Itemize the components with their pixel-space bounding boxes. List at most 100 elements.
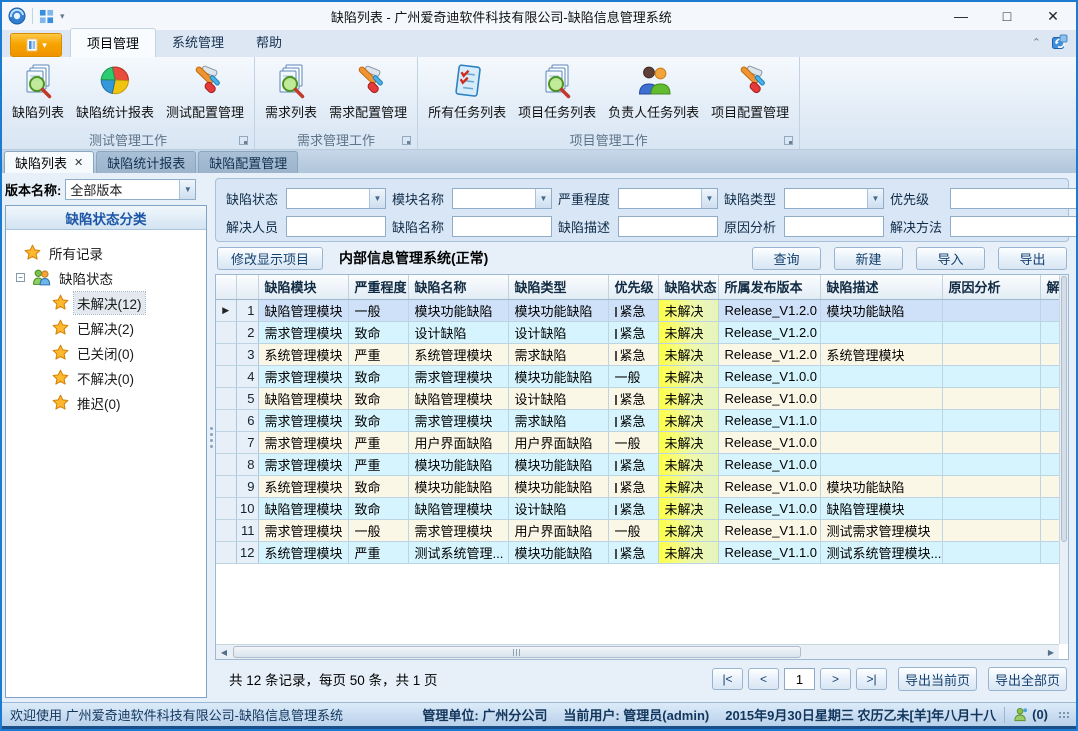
- table-row[interactable]: 12系统管理模块严重测试系统管理...模块功能缺陷紧急未解决Release_V1…: [216, 541, 1061, 563]
- dialog-launcher-icon[interactable]: [784, 136, 793, 145]
- selector-column-header[interactable]: [216, 275, 236, 299]
- vertical-scrollbar[interactable]: [1059, 275, 1068, 644]
- collapse-ribbon-icon[interactable]: ⌃: [1032, 36, 1041, 49]
- column-header-严重程度[interactable]: 严重程度: [348, 275, 408, 299]
- filter-label: 模块名称: [392, 189, 452, 208]
- pagination-bar: 共 12 条记录，每页 50 条，共 1 页 |< < > >| 导出当前页 导…: [215, 660, 1069, 698]
- export-current-page-button[interactable]: 导出当前页: [898, 667, 977, 691]
- row-number-cell: 1: [236, 299, 258, 321]
- cell-release: Release_V1.1.0: [718, 409, 820, 431]
- column-header-缺陷状态[interactable]: 缺陷状态: [658, 275, 718, 299]
- tree-item-不解决(0)[interactable]: 不解决(0): [16, 365, 202, 390]
- ribbon-button-缺陷统计报表[interactable]: 缺陷统计报表: [70, 61, 160, 123]
- action-button-导出[interactable]: 导出: [998, 247, 1067, 270]
- column-header-解决方法[interactable]: 解决方法: [1040, 275, 1061, 299]
- ribbon-button-项目配置管理[interactable]: 项目配置管理: [705, 61, 795, 123]
- sidebar-splitter[interactable]: [207, 173, 215, 702]
- cell-name: 设计缺陷: [408, 321, 508, 343]
- action-button-查询[interactable]: 查询: [752, 247, 821, 270]
- skin-style-icon[interactable]: [1051, 34, 1068, 51]
- tree-item-未解决(12)[interactable]: 未解决(12): [16, 290, 202, 315]
- filter-combo-严重程度[interactable]: ▼: [618, 188, 718, 209]
- filter-combo-模块名称[interactable]: ▼: [452, 188, 552, 209]
- doc-tab-缺陷统计报表[interactable]: 缺陷统计报表: [96, 151, 196, 173]
- scroll-right-icon[interactable]: ▶: [1043, 645, 1059, 659]
- column-header-缺陷描述[interactable]: 缺陷描述: [820, 275, 942, 299]
- rownum-column-header[interactable]: [236, 275, 258, 299]
- cell-severity: 致命: [348, 321, 408, 343]
- cell-module: 需求管理模块: [258, 519, 348, 541]
- table-row[interactable]: 11需求管理模块一般需求管理模块用户界面缺陷一般未解决Release_V1.1.…: [216, 519, 1061, 541]
- dialog-launcher-icon[interactable]: [402, 136, 411, 145]
- table-row[interactable]: 2需求管理模块致命设计缺陷设计缺陷紧急未解决Release_V1.2.0: [216, 321, 1061, 343]
- ribbon-button-负责人任务列表[interactable]: 负责人任务列表: [602, 61, 705, 123]
- resize-grip[interactable]: [1058, 711, 1070, 719]
- ribbon-button-测试配置管理[interactable]: 测试配置管理: [160, 61, 250, 123]
- ribbon-tab-帮助[interactable]: 帮助: [240, 28, 298, 57]
- export-all-pages-button[interactable]: 导出全部页: [988, 667, 1067, 691]
- welcome-text: 欢迎使用 广州爱奇迪软件科技有限公司-缺陷信息管理系统: [10, 705, 414, 724]
- filter-input-解决方法[interactable]: [950, 216, 1076, 237]
- filter-combo-缺陷状态[interactable]: ▼: [286, 188, 386, 209]
- grid-icon[interactable]: [39, 9, 54, 24]
- column-header-优先级[interactable]: 优先级: [608, 275, 658, 299]
- cell-name: 缺陷管理模块: [408, 387, 508, 409]
- ribbon-tab-项目管理[interactable]: 项目管理: [70, 28, 156, 57]
- filter-combo-缺陷类型[interactable]: ▼: [784, 188, 884, 209]
- table-row[interactable]: 7需求管理模块严重用户界面缺陷用户界面缺陷一般未解决Release_V1.0.0: [216, 431, 1061, 453]
- horizontal-scrollbar[interactable]: ◀ ▶: [216, 644, 1059, 659]
- tree-item-缺陷状态[interactable]: − 缺陷状态: [16, 265, 202, 290]
- tree-item-已关闭(0)[interactable]: 已关闭(0): [16, 340, 202, 365]
- filter-input-解决人员[interactable]: [286, 216, 386, 237]
- minimize-button[interactable]: —: [938, 3, 984, 29]
- doc-tab-缺陷配置管理[interactable]: 缺陷配置管理: [198, 151, 298, 173]
- ribbon-button-缺陷列表[interactable]: 缺陷列表: [6, 61, 70, 123]
- table-row[interactable]: 10缺陷管理模块致命缺陷管理模块设计缺陷紧急未解决Release_V1.0.0缺…: [216, 497, 1061, 519]
- table-row[interactable]: 4需求管理模块致命需求管理模块模块功能缺陷一般未解决Release_V1.0.0: [216, 365, 1061, 387]
- prev-page-button[interactable]: <: [748, 668, 779, 690]
- doc-tab-label: 缺陷统计报表: [107, 153, 185, 172]
- version-select[interactable]: 全部版本 ▼: [65, 179, 196, 200]
- app-menu-button[interactable]: ▾: [10, 33, 62, 57]
- ribbon-tab-系统管理[interactable]: 系统管理: [156, 28, 240, 57]
- column-header-缺陷名称[interactable]: 缺陷名称: [408, 275, 508, 299]
- ribbon-button-需求列表[interactable]: 需求列表: [259, 61, 323, 123]
- action-button-导入[interactable]: 导入: [916, 247, 985, 270]
- tree-item-label: 缺陷状态: [56, 267, 116, 289]
- page-number-input[interactable]: [784, 668, 815, 690]
- tree-item-所有记录[interactable]: 所有记录: [16, 240, 202, 265]
- next-page-button[interactable]: >: [820, 668, 851, 690]
- filter-input-缺陷描述[interactable]: [618, 216, 718, 237]
- column-header-所属发布版本[interactable]: 所属发布版本: [718, 275, 820, 299]
- filter-input-缺陷名称[interactable]: [452, 216, 552, 237]
- column-header-原因分析[interactable]: 原因分析: [942, 275, 1040, 299]
- table-row[interactable]: 5缺陷管理模块致命缺陷管理模块设计缺陷紧急未解决Release_V1.0.0: [216, 387, 1061, 409]
- ribbon-button-项目任务列表[interactable]: 项目任务列表: [512, 61, 602, 123]
- scroll-left-icon[interactable]: ◀: [216, 645, 232, 659]
- doc-tab-缺陷列表[interactable]: 缺陷列表✕: [4, 151, 94, 173]
- app-menu-icon: [25, 38, 39, 52]
- close-tab-icon[interactable]: ✕: [74, 156, 83, 169]
- tree-item-推迟(0)[interactable]: 推迟(0): [16, 390, 202, 415]
- close-button[interactable]: ✕: [1030, 3, 1076, 29]
- action-button-新建[interactable]: 新建: [834, 247, 903, 270]
- filter-combo-优先级[interactable]: ▼: [950, 188, 1076, 209]
- modify-columns-button[interactable]: 修改显示项目: [217, 247, 323, 270]
- column-header-缺陷模块[interactable]: 缺陷模块: [258, 275, 348, 299]
- ribbon-button-需求配置管理[interactable]: 需求配置管理: [323, 61, 413, 123]
- first-page-button[interactable]: |<: [712, 668, 743, 690]
- tree-item-已解决(2)[interactable]: 已解决(2): [16, 315, 202, 340]
- filter-input-原因分析[interactable]: [784, 216, 884, 237]
- last-page-button[interactable]: >|: [856, 668, 887, 690]
- table-row[interactable]: 9系统管理模块致命模块功能缺陷模块功能缺陷紧急未解决Release_V1.0.0…: [216, 475, 1061, 497]
- table-row[interactable]: ▶1缺陷管理模块一般模块功能缺陷模块功能缺陷紧急未解决Release_V1.2.…: [216, 299, 1061, 321]
- maximize-button[interactable]: □: [984, 3, 1030, 29]
- ribbon-button-所有任务列表[interactable]: 所有任务列表: [422, 61, 512, 123]
- table-row[interactable]: 8需求管理模块严重模块功能缺陷模块功能缺陷紧急未解决Release_V1.0.0: [216, 453, 1061, 475]
- expander-minus-icon[interactable]: −: [16, 273, 25, 282]
- table-row[interactable]: 6需求管理模块致命需求管理模块需求缺陷紧急未解决Release_V1.1.0: [216, 409, 1061, 431]
- dialog-launcher-icon[interactable]: [239, 136, 248, 145]
- column-header-缺陷类型[interactable]: 缺陷类型: [508, 275, 608, 299]
- table-row[interactable]: 3系统管理模块严重系统管理模块需求缺陷紧急未解决Release_V1.2.0系统…: [216, 343, 1061, 365]
- messages-indicator[interactable]: (0): [1005, 707, 1056, 722]
